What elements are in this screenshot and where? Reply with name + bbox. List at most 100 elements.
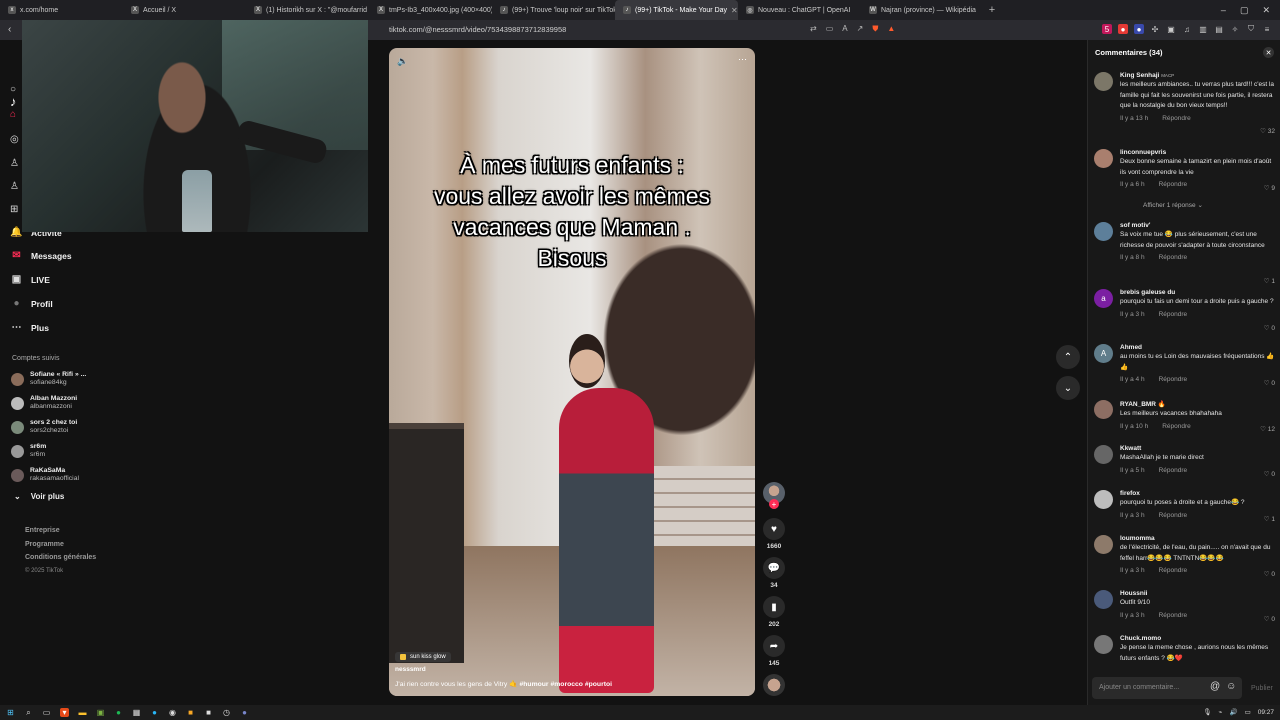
avatar[interactable] [1094, 149, 1113, 168]
extension-icon[interactable]: 5 [1102, 24, 1112, 34]
comment-like[interactable]: ♡ 0 [1264, 570, 1275, 578]
app-icon[interactable]: ■ [204, 708, 213, 717]
browser-tab[interactable]: X (1) Historikh sur X : "@moufarrid Tu ..… [246, 0, 369, 20]
share-icon[interactable]: ↗ [857, 24, 864, 34]
post-comment-button[interactable]: Publier [1251, 685, 1273, 692]
tracking-icon[interactable]: ⇄ [810, 24, 817, 34]
comment-username[interactable]: RYAN_BMR 🔥 [1120, 400, 1278, 408]
comment-like[interactable]: ♡ 0 [1264, 470, 1275, 478]
followed-account[interactable]: Sofiane « Rifi » ... sofiane84kg [11, 371, 86, 387]
browser-tab[interactable]: ◎ Nouveau : ChatGPT | OpenAI [738, 0, 861, 20]
mic-icon[interactable]: 🎙 [1203, 708, 1211, 716]
comment-like[interactable]: ♡ 12 [1260, 425, 1275, 433]
app-icon[interactable]: ● [150, 708, 159, 717]
reply-button[interactable]: Répondre [1159, 612, 1188, 619]
file-explorer-icon[interactable]: ▬ [78, 708, 87, 717]
new-tab-button[interactable]: + [984, 4, 1000, 16]
search-icon[interactable]: ⌕ [24, 708, 33, 717]
volume-icon[interactable]: 🔈 [397, 56, 408, 67]
battery-icon[interactable]: ▭ [1245, 708, 1251, 716]
discord-icon[interactable]: ● [240, 708, 249, 717]
comment-username[interactable]: loumomma [1120, 535, 1278, 542]
creator-avatar[interactable]: + [763, 482, 785, 509]
effect-badge[interactable]: sun kiss glow [395, 652, 451, 662]
reply-button[interactable]: Répondre [1162, 423, 1191, 430]
url-text[interactable]: tiktok.com/@nesssmrd/video/7534398873712… [389, 25, 566, 34]
video-player[interactable]: 🔈 ⋯ À mes futurs enfants : vous allez av… [389, 48, 755, 696]
like-icon[interactable]: ♥ [763, 518, 785, 540]
network-icon[interactable]: ⌁ [1219, 708, 1223, 716]
upload-icon[interactable]: ⊞ [10, 204, 18, 215]
menu-icon[interactable]: ≡ [1262, 24, 1272, 34]
comment-icon[interactable]: 💬 [763, 557, 785, 579]
tiktok-logo-icon[interactable]: ♪ [10, 94, 17, 109]
vpn-icon[interactable]: ⛉ [1246, 24, 1256, 34]
emoji-icon[interactable]: ☺ [1226, 681, 1236, 692]
comment-username[interactable]: Chuck.momo [1120, 635, 1278, 642]
nav-live[interactable]: ▣ LIVE [10, 273, 50, 286]
avatar[interactable] [1094, 535, 1113, 554]
nav-more[interactable]: ⋯ Plus [10, 321, 49, 334]
close-icon[interactable]: ✕ [1263, 47, 1274, 58]
home-icon[interactable]: ⌂ [10, 109, 16, 120]
back-icon[interactable]: ‹ [8, 24, 11, 35]
comment-username[interactable]: Houssnii [1120, 590, 1278, 597]
comment-like[interactable]: ♡ 1 [1264, 515, 1275, 523]
avatar[interactable] [1094, 635, 1113, 654]
extension-icon[interactable]: ▣ [1166, 24, 1176, 34]
browser-tab[interactable]: ♪ (99+) TikTok - Make Your Day ✕ [615, 0, 738, 20]
app-icon[interactable]: ▣ [96, 708, 105, 717]
comment-username[interactable]: linconnuepvris [1120, 149, 1278, 156]
browser-icon[interactable]: ▾ [60, 708, 69, 717]
reply-button[interactable]: Répondre [1159, 467, 1188, 474]
app-icon[interactable]: ▦ [132, 708, 141, 717]
reply-button[interactable]: Répondre [1159, 376, 1188, 383]
clock-app-icon[interactable]: ◷ [222, 708, 231, 717]
footer-link[interactable]: Conditions générales [25, 551, 96, 565]
wallet-icon[interactable]: ▤ [1214, 24, 1224, 34]
reply-button[interactable]: Répondre [1159, 567, 1188, 574]
music-disc-icon[interactable] [763, 674, 785, 696]
followed-account[interactable]: sors 2 chez toi sors2cheztoi [11, 419, 77, 435]
show-replies-button[interactable]: Afficher 1 réponse ⌄ [1143, 201, 1203, 209]
mention-icon[interactable]: @ [1210, 681, 1220, 692]
sidebar-toggle-icon[interactable]: ▥ [1198, 24, 1208, 34]
share-icon[interactable]: ➦ [763, 635, 785, 657]
search-icon[interactable]: ○ [10, 84, 16, 95]
nav-profile[interactable]: ● Profil [10, 297, 52, 310]
followed-account[interactable]: RaKaSaMa rakasamaofficial [11, 467, 79, 483]
avatar[interactable]: A [1094, 344, 1113, 363]
clock[interactable]: 09:27 [1258, 709, 1274, 716]
avatar[interactable] [1094, 590, 1113, 609]
followed-account[interactable]: Alban Mazzoni albanmazzoni [11, 395, 77, 411]
maximize-icon[interactable]: ▢ [1240, 5, 1249, 16]
comment-like[interactable]: ♡ 0 [1264, 615, 1275, 623]
app-icon[interactable]: ■ [186, 708, 195, 717]
close-tab-icon[interactable]: ✕ [731, 6, 738, 15]
footer-link[interactable]: Entreprise [25, 524, 96, 538]
hashtag-link[interactable]: #pourtoi [585, 681, 612, 688]
windows-start-icon[interactable]: ⊞ [6, 708, 15, 717]
avatar[interactable]: a [1094, 289, 1113, 308]
volume-icon[interactable]: 🔊 [1229, 708, 1237, 716]
hashtag-link[interactable]: #humour [520, 681, 549, 688]
translate-icon[interactable]: A [842, 24, 847, 34]
reply-button[interactable]: Répondre [1162, 115, 1191, 122]
comment-username[interactable]: firefox [1120, 490, 1278, 497]
bookmark-icon[interactable]: ▮ [763, 596, 785, 618]
avatar[interactable] [1094, 445, 1113, 464]
cast-icon[interactable]: ▭ [826, 24, 834, 34]
browser-tab[interactable]: x x.com/home [0, 0, 123, 20]
comment-username[interactable]: Kkwatt [1120, 445, 1278, 452]
comment-username[interactable]: sof motiv' [1120, 222, 1278, 229]
puzzle-icon[interactable]: ✣ [1150, 24, 1160, 34]
next-video-button[interactable]: ⌄ [1056, 376, 1080, 400]
minimize-icon[interactable]: – [1221, 5, 1226, 15]
followed-account[interactable]: sr6m sr6m [11, 443, 46, 459]
browser-tab[interactable]: ♪ (99+) Trouve 'loup noir' sur TikTok | .… [492, 0, 615, 20]
comment-username[interactable]: King Senhaji MACP [1120, 72, 1278, 79]
avatar[interactable] [1094, 72, 1113, 91]
follow-plus-icon[interactable]: + [769, 499, 779, 509]
task-view-icon[interactable]: ▭ [42, 708, 51, 717]
extension-icon[interactable]: ● [1134, 24, 1144, 34]
